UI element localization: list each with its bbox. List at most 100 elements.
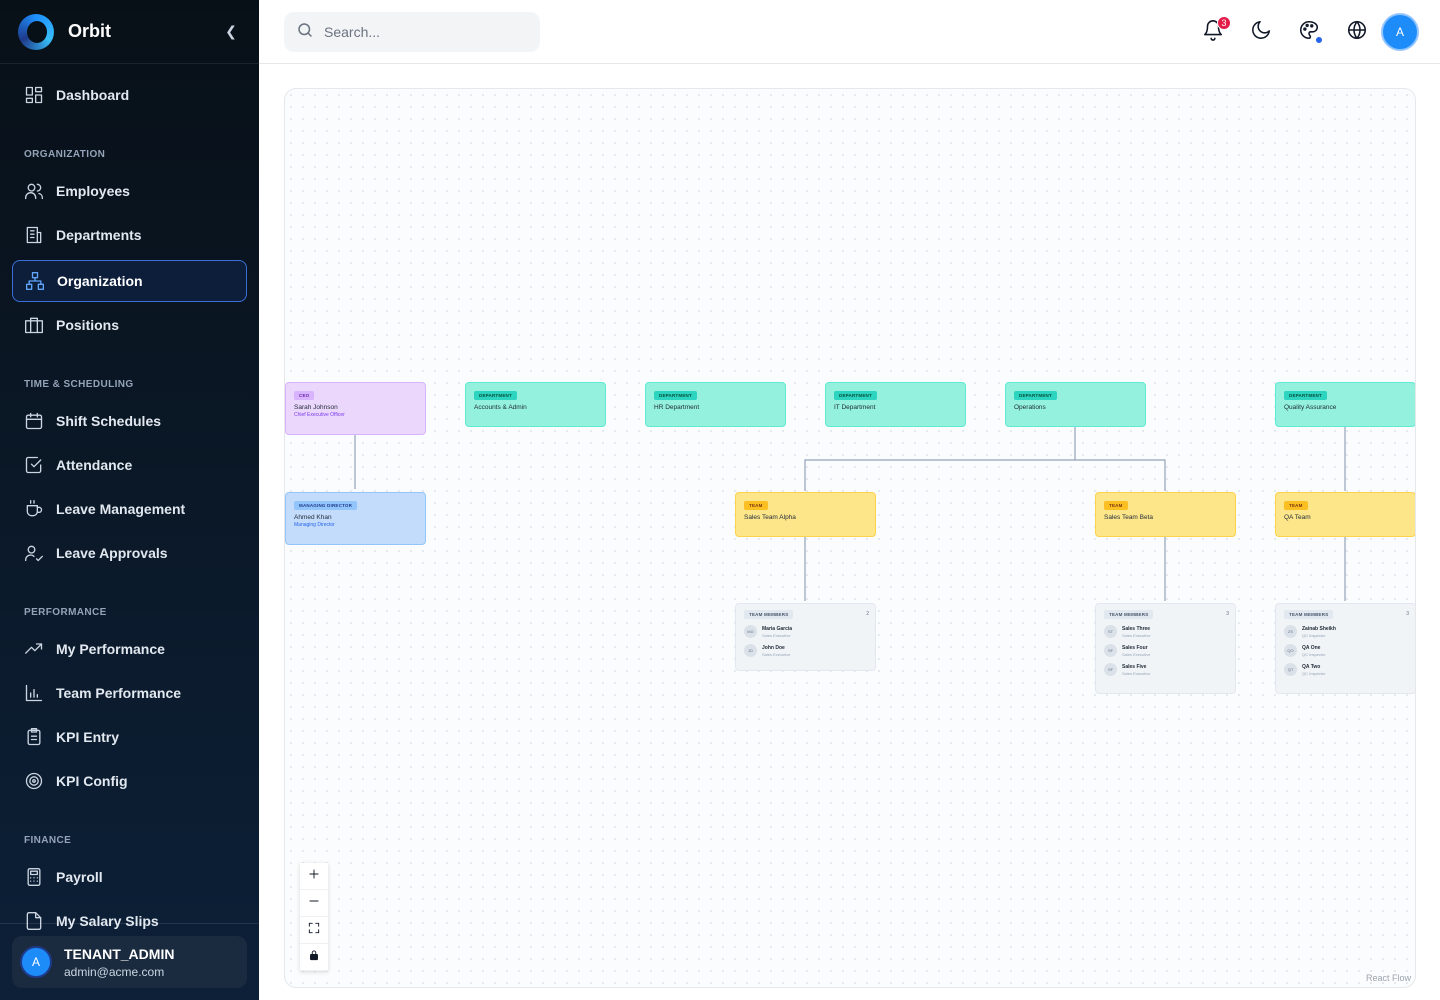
chevron-left-icon[interactable]: ❮ — [221, 23, 241, 40]
member-name: Sales Four — [1122, 644, 1148, 651]
node-name: Sarah Johnson — [294, 404, 338, 411]
edge-ops-alpha — [804, 427, 1076, 491]
avatar: SF — [1104, 644, 1117, 657]
org-chart-icon — [25, 271, 45, 291]
list-item[interactable]: QO QA One QC Inspector — [1284, 644, 1407, 657]
org-node-team-members[interactable]: TEAM MEMBERS 3 ZS Zainab Sheikh QC Inspec… — [1275, 603, 1415, 694]
node-tag: TEAM MEMBERS — [1284, 610, 1334, 619]
user-email: admin@acme.com — [64, 964, 165, 979]
divider — [0, 923, 259, 924]
sidebar-item-team-performance[interactable]: Team Performance — [12, 672, 247, 714]
sidebar-item-label: Team Performance — [56, 685, 182, 701]
list-item[interactable]: ST Sales Three Sales Executive — [1104, 625, 1227, 638]
avatar: ZS — [1284, 625, 1297, 638]
search-box[interactable] — [284, 12, 540, 52]
sidebar-item-label: My Performance — [56, 641, 165, 657]
bar-chart-icon — [24, 683, 44, 703]
avatar: ST — [1104, 625, 1117, 638]
member-count: 2 — [866, 611, 869, 617]
section-label-finance: FINANCE — [24, 835, 72, 846]
sidebar-item-attendance[interactable]: Attendance — [12, 444, 247, 486]
node-name: Sales Team Alpha — [744, 514, 796, 521]
org-node-department[interactable]: DEPARTMENT Operations — [1005, 382, 1146, 427]
notifications-button[interactable]: 3 — [1201, 16, 1231, 44]
list-item[interactable]: ZS Zainab Sheikh QC Inspector — [1284, 625, 1407, 638]
member-role: QC Inspector — [1302, 632, 1326, 638]
sidebar-item-employees[interactable]: Employees — [12, 170, 247, 212]
member-count: 3 — [1406, 611, 1409, 617]
org-node-team-members[interactable]: TEAM MEMBERS 2 MG Maria Garcia Sales Exec… — [735, 603, 876, 671]
org-node-team[interactable]: TEAM QA Team — [1275, 492, 1415, 537]
sidebar-item-positions[interactable]: Positions — [12, 304, 247, 346]
avatar: A — [20, 946, 52, 978]
member-role: Sales Executive — [1122, 651, 1151, 657]
node-name: HR Department — [654, 404, 700, 411]
edge-ops-beta — [1075, 459, 1166, 491]
zoom-out-button[interactable] — [300, 890, 328, 917]
member-role: QC Inspector — [1302, 651, 1326, 657]
node-tag: TEAM MEMBERS — [744, 610, 794, 619]
avatar[interactable]: A — [1383, 15, 1417, 49]
sidebar-item-shift-schedules[interactable]: Shift Schedules — [12, 400, 247, 442]
target-icon — [24, 771, 44, 791]
node-tag: MANAGING DIRECTOR — [294, 501, 358, 510]
language-button[interactable] — [1345, 20, 1369, 44]
sidebar-item-kpi-config[interactable]: KPI Config — [12, 760, 247, 802]
node-tag: DEPARTMENT — [1284, 391, 1327, 400]
palette-button[interactable] — [1297, 20, 1323, 44]
lock-button[interactable] — [300, 944, 328, 971]
brand: Orbit ❮ — [0, 0, 259, 64]
theme-toggle-button[interactable] — [1249, 20, 1273, 44]
zoom-in-button[interactable] — [300, 863, 328, 890]
lock-icon — [307, 948, 321, 967]
node-name: Operations — [1014, 404, 1046, 411]
briefcase-icon — [24, 315, 44, 335]
list-item[interactable]: QT QA Two QC Inspector — [1284, 663, 1407, 676]
trending-up-icon — [24, 639, 44, 659]
org-node-department[interactable]: DEPARTMENT Quality Assurance — [1275, 382, 1415, 427]
search-input[interactable] — [324, 24, 524, 40]
org-node-managing-director[interactable]: MANAGING DIRECTOR Ahmed Khan Managing Di… — [285, 492, 426, 545]
topbar: 3 A — [259, 0, 1440, 64]
org-node-ceo[interactable]: CEO Sarah Johnson Chief Executive Office… — [285, 382, 426, 435]
node-tag: CEO — [294, 391, 315, 400]
sidebar-item-departments[interactable]: Departments — [12, 214, 247, 256]
sidebar-item-leave-management[interactable]: Leave Management — [12, 488, 247, 530]
list-item[interactable]: SF Sales Five Sales Executive — [1104, 663, 1227, 676]
org-node-department[interactable]: DEPARTMENT HR Department — [645, 382, 786, 427]
node-tag: DEPARTMENT — [1014, 391, 1057, 400]
sidebar-item-label: Employees — [56, 183, 130, 199]
user-profile-card[interactable]: A TENANT_ADMIN admin@acme.com — [12, 936, 247, 988]
list-item[interactable]: SF Sales Four Sales Executive — [1104, 644, 1227, 657]
org-node-department[interactable]: DEPARTMENT Accounts & Admin — [465, 382, 606, 427]
org-chart-canvas[interactable]: CEO Sarah Johnson Chief Executive Office… — [284, 88, 1416, 988]
sidebar-item-leave-approvals[interactable]: Leave Approvals — [12, 532, 247, 574]
list-item[interactable]: JD John Doe Sales Executive — [744, 644, 867, 657]
sidebar-item-my-performance[interactable]: My Performance — [12, 628, 247, 670]
org-chart-edges — [354, 427, 1346, 601]
sidebar-item-label: Shift Schedules — [56, 413, 162, 429]
coffee-icon — [24, 499, 44, 519]
node-name: Quality Assurance — [1284, 404, 1337, 411]
member-name: QA Two — [1302, 663, 1321, 670]
notification-badge: 3 — [1217, 16, 1231, 30]
status-dot — [1315, 36, 1323, 44]
org-node-department[interactable]: DEPARTMENT IT Department — [825, 382, 966, 427]
list-item[interactable]: MG Maria Garcia Sales Executive — [744, 625, 867, 638]
member-name: Sales Five — [1122, 663, 1147, 670]
sidebar-item-dashboard[interactable]: Dashboard — [12, 74, 247, 116]
react-flow-attribution[interactable]: React Flow — [1366, 973, 1411, 983]
sidebar-item-payroll[interactable]: Payroll — [12, 856, 247, 898]
fit-view-button[interactable] — [300, 917, 328, 944]
sidebar-item-kpi-entry[interactable]: KPI Entry — [12, 716, 247, 758]
section-label-performance: PERFORMANCE — [24, 607, 107, 618]
member-role: Sales Executive — [1122, 632, 1151, 638]
org-node-team[interactable]: TEAM Sales Team Alpha — [735, 492, 876, 537]
node-tag: TEAM — [744, 501, 768, 510]
search-icon — [296, 21, 314, 44]
sidebar-item-label: Organization — [57, 273, 143, 289]
section-label-organization: ORGANIZATION — [24, 149, 106, 160]
sidebar-item-organization[interactable]: Organization — [12, 260, 247, 302]
org-node-team-members[interactable]: TEAM MEMBERS 3 ST Sales Three Sales Execu… — [1095, 603, 1236, 694]
org-node-team[interactable]: TEAM Sales Team Beta — [1095, 492, 1236, 537]
